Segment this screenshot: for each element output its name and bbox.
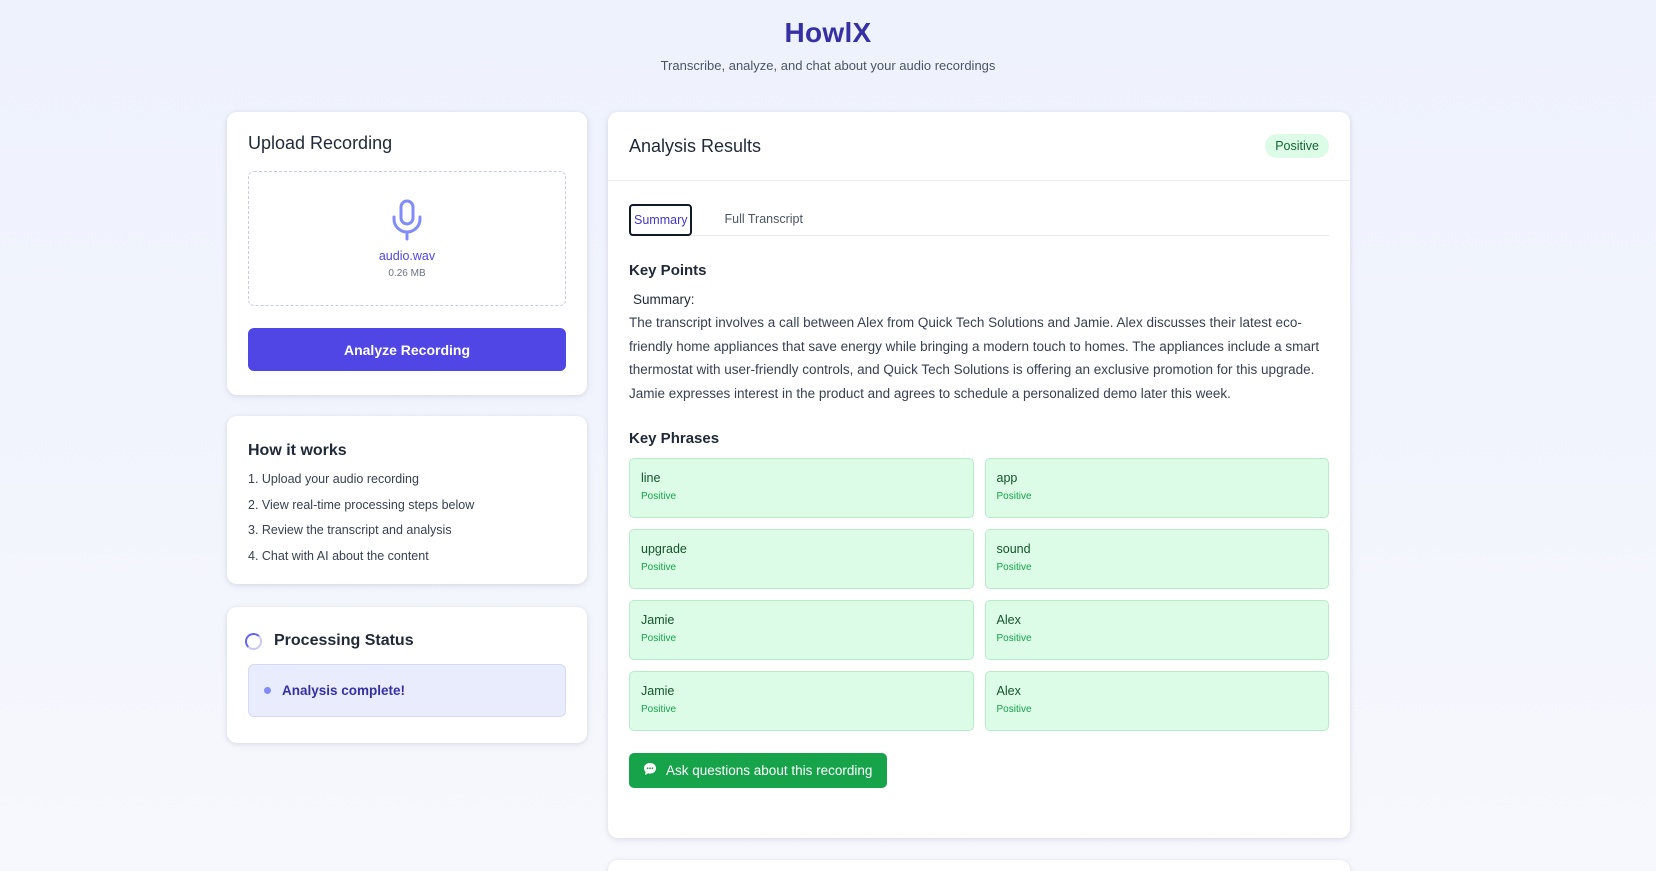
key-phrase-sentiment: Positive [996, 562, 1032, 573]
analysis-results-card: Analysis Results Positive Summary Full T… [608, 112, 1350, 838]
step-item: 3. Review the transcript and analysis [248, 523, 452, 537]
key-phrase-card: sound Positive [984, 529, 1329, 589]
chat-bubble-icon [643, 762, 666, 779]
ask-questions-button[interactable]: Ask questions about this recording [629, 753, 888, 788]
file-name: audio.wav [378, 248, 436, 263]
analysis-body: Summary Full Transcript Key Points Summa… [608, 181, 1350, 809]
key-phrase-text: line [641, 471, 661, 485]
spinner-icon [245, 632, 262, 650]
key-phrase-card: Alex Positive [984, 600, 1329, 660]
upload-card: Upload Recording audio.wav 0.26 MB Analy… [227, 112, 587, 395]
key-points-title: Key Points [629, 262, 707, 279]
app-header: HowlX Transcribe, analyze, and chat abou… [0, 0, 1656, 73]
key-phrase-sentiment: Positive [641, 633, 677, 644]
upload-dropzone[interactable]: audio.wav 0.26 MB [248, 171, 566, 306]
key-phrase-sentiment: Positive [996, 704, 1032, 715]
upload-title: Upload Recording [248, 133, 393, 153]
key-phrase-card: Alex Positive [984, 671, 1329, 731]
key-phrase-card: upgrade Positive [629, 529, 974, 589]
processing-status-header: Processing Status [245, 632, 566, 650]
key-phrase-text: upgrade [641, 542, 687, 556]
key-phrase-card: Jamie Positive [629, 600, 974, 660]
key-phrase-sentiment: Positive [996, 633, 1032, 644]
key-phrase-card: Jamie Positive [629, 671, 974, 731]
key-phrase-text: Alex [996, 613, 1021, 627]
microphone-icon [390, 199, 424, 241]
summary-label: Summary: [633, 292, 695, 307]
analysis-title: Analysis Results [629, 135, 762, 156]
processing-status-title: Processing Status [274, 632, 414, 649]
file-size: 0.26 MB [388, 267, 426, 279]
app-subtitle: Transcribe, analyze, and chat about your… [660, 58, 996, 73]
key-phrase-text: Jamie [641, 613, 675, 627]
key-phrase-sentiment: Positive [641, 704, 677, 715]
how-it-works-steps: 1. Upload your audio recording 2. View r… [248, 467, 566, 569]
key-phrase-text: Jamie [641, 684, 675, 698]
step-item: 4. Chat with AI about the content [248, 548, 429, 563]
step-item: 2. View real-time processing steps below [248, 497, 475, 512]
analysis-header: Analysis Results Positive [608, 112, 1350, 181]
analysis-tabs: Summary Full Transcript [629, 202, 1329, 236]
status-message: Analysis complete! [282, 683, 406, 698]
status-message-box: Analysis complete! [248, 664, 566, 717]
key-phrases-grid: line Positive app Positive upgrade Posit… [629, 458, 1329, 731]
sentiment-badge: Positive [1265, 134, 1329, 158]
key-phrase-sentiment: Positive [996, 491, 1032, 502]
key-phrase-card: line Positive [629, 458, 974, 518]
key-phrase-text: sound [996, 542, 1031, 556]
status-dot-icon [264, 687, 271, 694]
processing-status-card: Processing Status Analysis complete! [227, 607, 587, 743]
key-phrase-sentiment: Positive [641, 491, 677, 502]
tab-full-transcript[interactable]: Full Transcript [720, 204, 807, 235]
key-phrase-sentiment: Positive [641, 562, 677, 573]
key-phrase-text: Alex [996, 684, 1021, 698]
ask-questions-label: Ask questions about this recording [666, 763, 873, 778]
key-phrase-card: app Positive [984, 458, 1329, 518]
analyze-recording-button[interactable]: Analyze Recording [248, 328, 566, 371]
key-phrase-text: app [996, 471, 1018, 485]
app-title: HowlX [784, 17, 872, 48]
next-card-edge [608, 860, 1350, 871]
how-it-works-card: How it works 1. Upload your audio record… [227, 416, 587, 584]
summary-text: The transcript involves a call between A… [629, 315, 1320, 401]
tab-summary[interactable]: Summary [629, 204, 693, 236]
how-it-works-title: How it works [248, 442, 347, 459]
key-phrases-title: Key Phrases [629, 430, 720, 447]
step-item: 1. Upload your audio recording [248, 472, 419, 486]
